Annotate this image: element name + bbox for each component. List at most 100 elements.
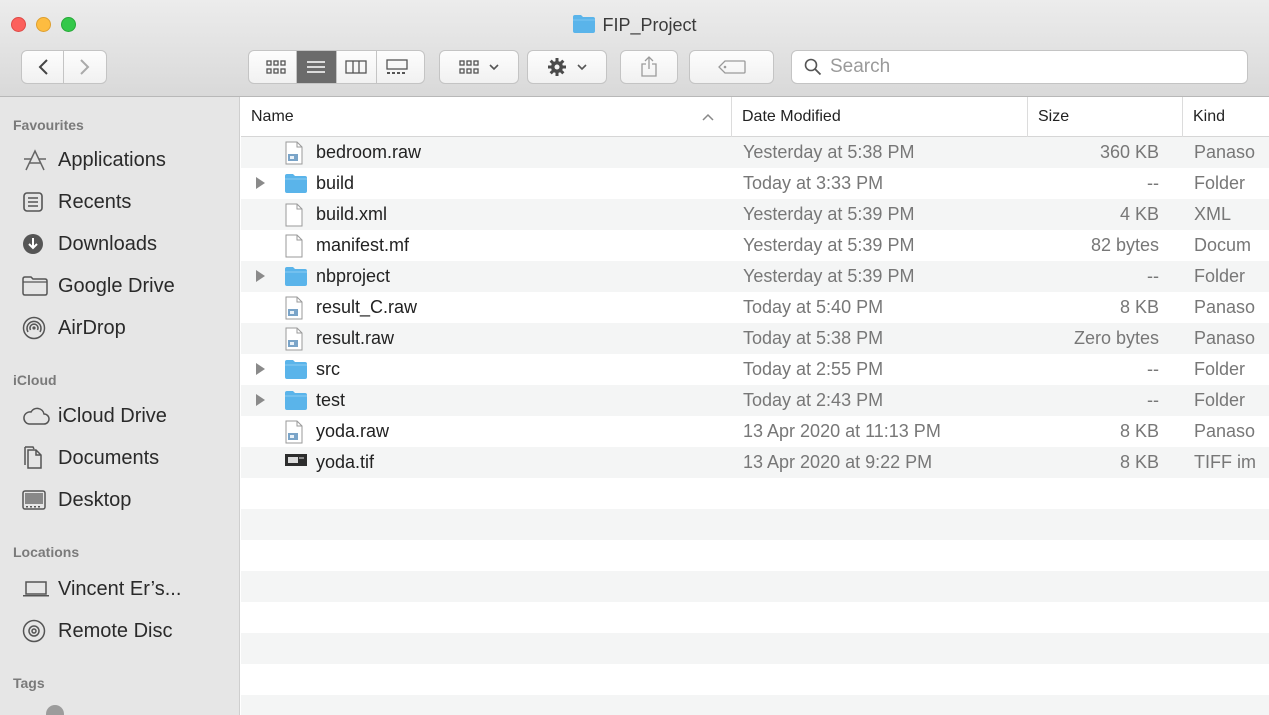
column-header-size[interactable]: Size [1027, 97, 1182, 137]
column-header-name[interactable]: Name [241, 97, 731, 137]
file-row[interactable]: bedroom.raw Yesterday at 5:38 PM 360 KB Pan… [241, 137, 1269, 168]
icon-view-button[interactable] [257, 51, 297, 83]
disclosure-triangle-icon[interactable] [256, 270, 265, 282]
list-view-button[interactable] [296, 51, 337, 83]
group-by-button[interactable] [439, 50, 519, 84]
file-name: result.raw [316, 328, 395, 348]
document-file-icon [284, 234, 308, 258]
file-row[interactable]: yoda.tif 13 Apr 2020 at 9:22 PM 8 KB TIFF i… [241, 447, 1269, 478]
sidebar-item-airdrop[interactable]: AirDrop [22, 311, 126, 345]
file-date-modified: 13 Apr 2020 at 11:13 PM [743, 421, 941, 441]
folder-icon [284, 358, 308, 382]
empty-row [241, 478, 1269, 509]
file-date-modified: Yesterday at 5:38 PM [743, 142, 915, 162]
tag-color-dot[interactable] [46, 705, 64, 715]
sidebar-item-documents[interactable]: Documents [22, 441, 159, 475]
search-icon [804, 58, 822, 76]
file-size: -- [1147, 173, 1159, 193]
file-size: Zero bytes [1073, 328, 1159, 348]
file-kind: Panaso [1194, 328, 1256, 348]
tag-button[interactable] [689, 50, 774, 84]
sidebar-item-recents[interactable]: Recents [22, 185, 131, 219]
file-row[interactable]: result.raw Today at 5:38 PM Zero bytes Pana… [241, 323, 1269, 354]
file-row[interactable]: result_C.raw Today at 5:40 PM 8 KB Panaso [241, 292, 1269, 323]
file-name: yoda.raw [316, 421, 390, 441]
file-name: manifest.mf [316, 235, 410, 255]
file-name: build.xml [316, 204, 388, 224]
window-toolbar: FIP_Project [0, 0, 1269, 97]
recents-icon [22, 189, 58, 215]
empty-row [241, 509, 1269, 540]
laptop-icon [22, 576, 58, 602]
file-row[interactable]: test Today at 2:43 PM -- Folder [241, 385, 1269, 416]
sidebar-item-downloads[interactable]: Downloads [22, 227, 157, 261]
empty-row [241, 602, 1269, 633]
group-grid-icon [459, 60, 479, 74]
documents-icon [22, 445, 58, 471]
view-mode-control [248, 50, 425, 84]
gallery-view-button[interactable] [377, 51, 417, 83]
disclosure-triangle-icon[interactable] [256, 394, 265, 406]
back-button[interactable] [22, 51, 64, 83]
cloud-icon [22, 403, 58, 429]
file-row[interactable]: src Today at 2:55 PM -- Folder [241, 354, 1269, 385]
airdrop-icon [22, 315, 58, 341]
file-kind: Docum [1194, 235, 1252, 255]
file-name: src [316, 359, 340, 379]
file-date-modified: 13 Apr 2020 at 9:22 PM [743, 452, 933, 472]
empty-row [241, 695, 1269, 715]
file-row[interactable]: build Today at 3:33 PM -- Folder [241, 168, 1269, 199]
sidebar-item-desktop[interactable]: Desktop [22, 483, 131, 517]
sidebar-item-google-drive[interactable]: Google Drive [22, 269, 175, 303]
sidebar-item-remote-disc[interactable]: Remote Disc [22, 614, 172, 648]
sidebar-item-icloud-drive[interactable]: iCloud Drive [22, 399, 167, 433]
sidebar-item-label: Vincent Er’s... [58, 577, 182, 600]
file-date-modified: Today at 5:40 PM [743, 297, 884, 317]
column-header-kind[interactable]: Kind [1182, 97, 1269, 137]
file-kind: XML [1194, 204, 1232, 224]
column-view-button[interactable] [337, 51, 377, 83]
file-row[interactable]: manifest.mf Yesterday at 5:39 PM 82 bytes D… [241, 230, 1269, 261]
column-header-date-modified[interactable]: Date Modified [731, 97, 1027, 137]
file-date-modified: Today at 2:43 PM [743, 390, 884, 410]
file-size: -- [1147, 390, 1159, 410]
sidebar-item-applications[interactable]: Applications [22, 143, 166, 177]
sidebar-item-label: Google Drive [58, 274, 175, 297]
sidebar: Favourites Applications Recents Download… [0, 97, 240, 715]
file-row[interactable]: nbproject Yesterday at 5:39 PM -- Folder [241, 261, 1269, 292]
column-header-kind-label: Kind [1193, 108, 1226, 125]
column-header-size-label: Size [1038, 108, 1070, 125]
empty-row [241, 571, 1269, 602]
file-date-modified: Yesterday at 5:39 PM [743, 266, 915, 286]
sidebar-item-label: Desktop [58, 488, 132, 511]
share-button[interactable] [620, 50, 678, 84]
sidebar-item-label: Downloads [58, 232, 157, 255]
tiff-image-file-icon [284, 451, 308, 475]
action-button[interactable] [527, 50, 607, 84]
folder-icon [572, 14, 596, 39]
search-input[interactable] [830, 56, 1230, 78]
file-date-modified: Today at 5:38 PM [743, 328, 884, 348]
folder-icon [284, 172, 308, 196]
sidebar-item-computer[interactable]: Vincent Er’s... [22, 572, 181, 606]
file-size: 4 KB [1119, 204, 1159, 224]
sidebar-item-label: iCloud Drive [58, 404, 167, 427]
document-file-icon [284, 203, 308, 227]
file-kind: Folder [1194, 359, 1246, 379]
disclosure-triangle-icon[interactable] [256, 363, 265, 375]
empty-row [241, 664, 1269, 695]
disclosure-triangle-icon[interactable] [256, 177, 265, 189]
file-row[interactable]: build.xml Yesterday at 5:39 PM 4 KB XML [241, 199, 1269, 230]
file-kind: Panaso [1194, 297, 1256, 317]
file-kind: TIFF im [1194, 452, 1256, 472]
file-name: nbproject [316, 266, 391, 286]
disc-icon [22, 618, 58, 644]
file-kind: Panaso [1194, 142, 1256, 162]
raw-image-file-icon [284, 296, 308, 320]
file-row[interactable]: yoda.raw 13 Apr 2020 at 11:13 PM 8 KB Panas… [241, 416, 1269, 447]
search-field[interactable] [791, 50, 1248, 84]
forward-button[interactable] [64, 51, 106, 83]
column-header-row: Name Date Modified Size Kind [241, 97, 1269, 137]
file-list: Name Date Modified Size Kind bedroom.raw… [241, 97, 1269, 715]
chevron-left-icon [38, 59, 48, 75]
